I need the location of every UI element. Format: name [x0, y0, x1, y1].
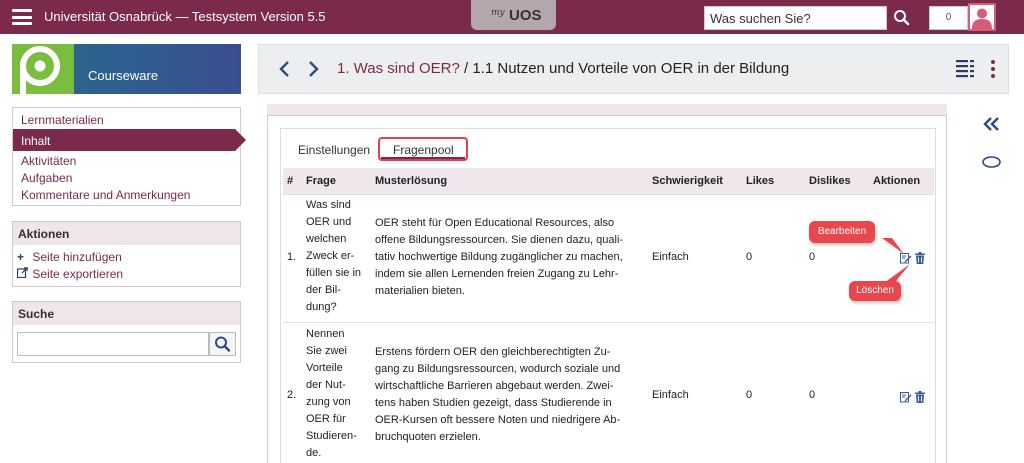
row-1-likes: 0	[746, 251, 753, 263]
row-1-number: 1.	[287, 251, 297, 263]
search-title: Suche	[13, 302, 240, 325]
answer-line: gang zu Bildungsressourcen, wodurch sozi…	[375, 363, 621, 375]
table-of-contents-icon[interactable]	[956, 59, 978, 79]
answer-line: wirtschaftliche Barrieren abgebaut werde…	[375, 380, 614, 392]
question-line: der Bil-	[306, 284, 341, 296]
question-line: Was sind	[306, 199, 351, 211]
trash-icon[interactable]	[914, 252, 926, 264]
column-header-likes: Likes	[746, 175, 775, 187]
row-2-likes: 0	[746, 389, 753, 401]
row-separator	[283, 194, 934, 195]
row-1-dislikes: 0	[809, 251, 816, 263]
answer-line: Erstens fördern OER den gleichberechtigt…	[375, 346, 611, 358]
column-header-musterloesung: Musterlösung	[375, 175, 448, 187]
block-header-strip	[267, 104, 947, 116]
question-line: Vorteile	[306, 362, 343, 374]
export-page-label: Seite exportieren	[32, 267, 124, 281]
sidebar-search-button[interactable]	[209, 332, 236, 356]
global-search-input[interactable]: Was suchen Sie?	[704, 6, 887, 30]
logo-text: UOS	[509, 7, 542, 24]
add-page-link[interactable]: + Seite hinzufügen	[17, 250, 122, 264]
actions-panel: Aktionen + Seite hinzufügen Seite export…	[12, 221, 241, 287]
row-2-number: 2.	[287, 389, 297, 401]
nav-item-aktivitaeten[interactable]: Aktivitäten	[21, 154, 76, 168]
active-tab-highlight	[378, 137, 468, 161]
logo-prefix: my	[491, 8, 505, 18]
export-page-link[interactable]: Seite exportieren	[16, 267, 124, 281]
edit-callout: Bearbeiten	[809, 221, 875, 243]
chevron-left-icon[interactable]	[277, 59, 293, 79]
question-line: Zweck er-	[306, 250, 355, 262]
add-page-label: Seite hinzufügen	[32, 250, 122, 264]
question-line: dung?	[306, 301, 337, 313]
answer-line: OER-Kursen oft bessere Noten und niedrig…	[375, 414, 621, 426]
search-icon	[215, 336, 231, 352]
courseware-title: Courseware	[88, 68, 159, 83]
nav-item-inhalt[interactable]: Inhalt	[21, 134, 50, 148]
question-line: Sie zwei	[306, 345, 347, 357]
avatar[interactable]	[968, 3, 996, 31]
myuos-logo[interactable]: my UOS	[471, 0, 556, 30]
plus-icon: +	[17, 250, 25, 264]
nav-item-aufgaben[interactable]: Aufgaben	[21, 171, 72, 185]
trash-icon[interactable]	[914, 391, 926, 403]
sidebar-search-input[interactable]	[17, 332, 209, 356]
export-icon	[16, 267, 29, 281]
search-icon[interactable]	[888, 6, 916, 30]
row-2-difficulty: Einfach	[652, 389, 689, 401]
actions-title: Aktionen	[13, 222, 240, 245]
nav-item-kommentare[interactable]: Kommentare und Anmerkungen	[21, 188, 190, 202]
app-title: Universität Osnabrück — Testsystem Versi…	[44, 9, 326, 24]
nav-item-lernmaterialien[interactable]: Lernmaterialien	[21, 113, 104, 127]
question-line: welchen	[306, 233, 347, 245]
double-chevron-left-icon[interactable]	[982, 116, 1002, 132]
more-options-icon[interactable]	[989, 59, 997, 79]
nav-active-arrow	[235, 129, 246, 151]
answer-line: bruchquoten erzielen.	[375, 431, 481, 443]
row-1-difficulty: Einfach	[652, 251, 689, 263]
answer-line: materialien bieten.	[375, 285, 465, 297]
column-header-frage: Frage	[306, 175, 336, 187]
eye-icon[interactable]	[982, 156, 1001, 168]
answer-line: offene Bildungsressourcen. Sie dienen da…	[375, 234, 624, 246]
row-1-answer: OER steht für Open Educational Resources…	[375, 215, 623, 300]
question-line: OER für	[306, 413, 346, 425]
row-2-question: Nennen Sie zwei Vorteile der Nut- zung v…	[306, 326, 357, 462]
search-panel: Suche	[12, 301, 241, 363]
answer-line: indem sie allen Lernenden freien Zugang …	[375, 268, 619, 280]
row-1-question: Was sind OER und welchen Zweck er- fülle…	[306, 197, 361, 316]
content-header: 1. Was sind OER? / 1.1 Nutzen und Vortei…	[258, 44, 1009, 94]
question-line: OER und	[306, 216, 352, 228]
column-header-dislikes: Dislikes	[809, 175, 851, 187]
courseware-logo-icon	[12, 44, 74, 94]
edit-icon[interactable]	[900, 391, 912, 403]
delete-callout: Löschen	[849, 281, 901, 301]
breadcrumb-current: 1.1 Nutzen und Vorteile von OER in der B…	[472, 60, 790, 77]
column-header-schwierigkeit: Schwierigkeit	[652, 175, 723, 187]
column-header-aktionen: Aktionen	[873, 175, 921, 187]
question-line: der Nut-	[306, 379, 346, 391]
breadcrumb: 1. Was sind OER? / 1.1 Nutzen und Vortei…	[337, 60, 789, 77]
courseware-banner: Courseware	[12, 44, 241, 94]
row-2-dislikes: 0	[809, 389, 816, 401]
answer-line: tens haben Studien gezeigt, dass Studier…	[375, 397, 612, 409]
question-line: Studieren-	[306, 430, 357, 442]
question-line: zung von	[306, 396, 351, 408]
answer-line: tativ hochwertige Bildung zugänglicher z…	[375, 251, 623, 263]
answer-line: OER steht für Open Educational Resources…	[375, 217, 615, 229]
column-header-number: #	[287, 175, 294, 187]
chevron-right-icon[interactable]	[305, 59, 321, 79]
menu-icon[interactable]	[12, 9, 32, 25]
row-2-answer: Erstens fördern OER den gleichberechtigt…	[375, 344, 620, 446]
tab-einstellungen[interactable]: Einstellungen	[298, 143, 370, 157]
question-line: de.	[306, 447, 322, 459]
courseware-nav: Lernmaterialien Inhalt Aktivitäten Aufga…	[12, 107, 246, 206]
row-separator	[283, 322, 934, 323]
question-line: füllen sie in	[306, 267, 362, 279]
notification-counter[interactable]: 0	[929, 6, 968, 30]
breadcrumb-parent[interactable]: 1. Was sind OER?	[337, 60, 460, 77]
breadcrumb-separator: /	[459, 60, 473, 77]
question-line: Nennen	[306, 328, 345, 340]
